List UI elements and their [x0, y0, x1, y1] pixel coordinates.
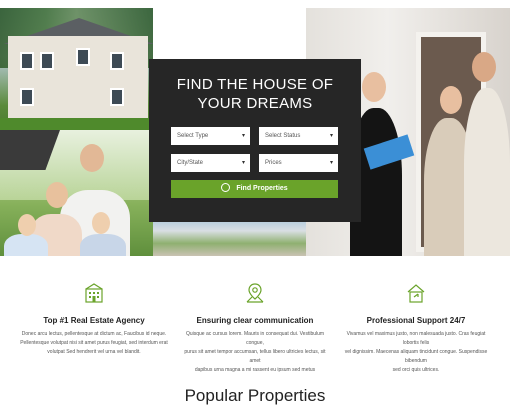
hero-title-line-1: FIND THE HOUSE OF — [176, 76, 334, 93]
find-properties-label: Find Properties — [236, 185, 288, 192]
feature-description: Vivamus vel maximus justo, non malesuada… — [341, 330, 491, 375]
section-title: Popular Properties — [184, 386, 326, 405]
city-state-label: City/State — [177, 160, 204, 166]
feature-description-line: Pellentesque volutpat nisi sit amet puru… — [20, 340, 168, 346]
feature-description-line: vel dignissim. Maecenas aliquam tincidun… — [344, 349, 488, 364]
hero-title: FIND THE HOUSE OF YOUR DREAMS — [149, 75, 361, 113]
search-panel: FIND THE HOUSE OF YOUR DREAMS Select Typ… — [149, 59, 361, 222]
prices-label: Prices — [265, 160, 282, 166]
find-properties-button[interactable]: Find Properties — [171, 180, 338, 198]
building-icon — [85, 283, 103, 303]
search-icon — [221, 182, 231, 192]
chevron-down-icon: ▾ — [329, 133, 333, 139]
city-state-dropdown[interactable]: City/State ▾ — [171, 154, 250, 172]
feature-description-line: Donec arcu lectus, pellentesque at dictu… — [21, 331, 167, 337]
feature-description: Quisque ac cursus lorem. Mauris in conse… — [180, 330, 330, 375]
home-icon — [407, 284, 425, 303]
select-status-dropdown[interactable]: Select Status ▾ — [259, 127, 338, 145]
feature-description-line: sed orci quis ultrices. — [392, 367, 440, 373]
house-photo — [0, 8, 153, 130]
select-status-label: Select Status — [265, 133, 301, 139]
feature-description-line: Quisque ac cursus lorem. Mauris in conse… — [185, 331, 325, 346]
feature-title: Professional Support 24/7 — [366, 316, 466, 325]
prices-dropdown[interactable]: Prices ▾ — [259, 154, 338, 172]
map-pin-icon — [246, 283, 264, 303]
family-photo — [0, 130, 153, 256]
hero-title-line-2: YOUR DREAMS — [197, 95, 313, 112]
feature-description-line: dapibus urna magna a mi rassent eu ipsum… — [194, 367, 316, 373]
feature-title: Top #1 Real Estate Agency — [43, 316, 145, 325]
select-type-dropdown[interactable]: Select Type ▾ — [171, 127, 250, 145]
select-type-label: Select Type — [177, 133, 209, 139]
chevron-down-icon: ▾ — [241, 133, 245, 139]
feature-title: Ensuring clear communication — [196, 316, 314, 325]
feature-description-line: purus sit amet tempor accumsan, tellus l… — [184, 349, 326, 364]
feature-description: Donec arcu lectus, pellentesque at dictu… — [19, 330, 169, 357]
hero-banner: FIND THE HOUSE OF YOUR DREAMS Select Typ… — [0, 8, 510, 256]
chevron-down-icon: ▾ — [329, 160, 333, 166]
feature-description-line: Vivamus vel maximus justo, non malesuada… — [346, 331, 486, 346]
feature-description-line: volutpat Sed hendrerit vel urna vel blan… — [47, 349, 141, 355]
chevron-down-icon: ▾ — [241, 160, 245, 166]
